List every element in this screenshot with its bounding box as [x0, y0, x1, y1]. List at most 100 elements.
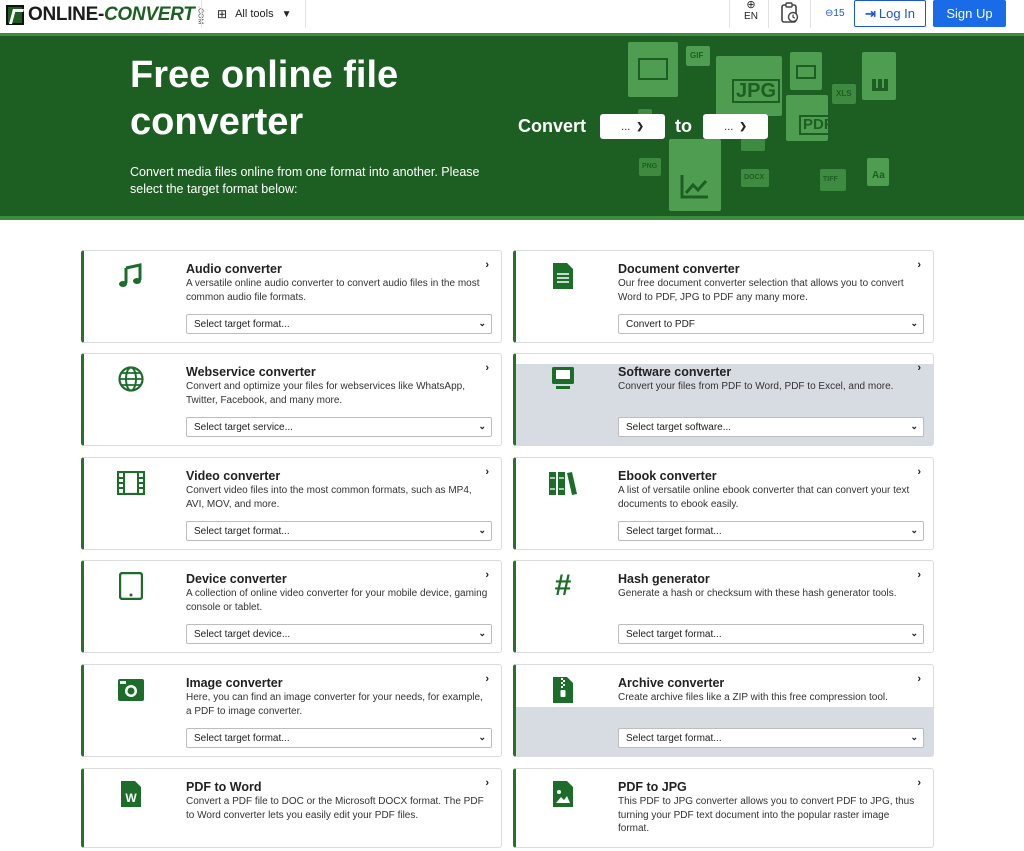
chevron-down-icon: ⌄ [478, 525, 486, 535]
chevron-down-icon: ⌄ [478, 421, 486, 431]
logo-mark-icon [6, 5, 24, 25]
login-button[interactable]: ⇥ Log In [854, 0, 926, 27]
login-arrow-icon: ⇥ [864, 5, 876, 21]
device-select[interactable]: Select target device... ⌄ [186, 624, 492, 644]
language-selector[interactable]: ⊕ EN [742, 0, 760, 22]
card-pdf-to-word[interactable]: W PDF to Word Convert a PDF file to DOC … [81, 768, 502, 848]
png-label: PNG [642, 163, 658, 170]
nav-divider [768, 0, 769, 28]
hero-bottom-accent [0, 216, 1024, 220]
card-audio-converter[interactable]: Audio converter A versatile online audio… [81, 250, 502, 343]
card-title: Video converter [186, 469, 281, 483]
docx-label: DOCX [744, 174, 765, 181]
signup-button[interactable]: Sign Up [933, 0, 1006, 27]
card-title: PDF to JPG [618, 780, 687, 794]
all-tools-label: All tools [235, 8, 274, 20]
target-format-select[interactable]: ... ❯ [703, 114, 768, 139]
hero-title: Free online file converter [130, 54, 399, 143]
card-description: Here, you can find an image converter fo… [186, 692, 483, 717]
chevron-down-icon: ❯ [636, 121, 644, 131]
books-icon [548, 468, 578, 498]
source-format-select[interactable]: ... ❯ [600, 114, 665, 139]
chevron-right-icon: › [917, 569, 921, 581]
card-webservice-converter[interactable]: Webservice converter Convert and optimiz… [81, 353, 502, 446]
nav-divider [305, 0, 306, 28]
credits-counter[interactable]: ⊖15 [825, 8, 845, 19]
card-description: A versatile online audio converter to co… [186, 278, 480, 303]
video-format-select[interactable]: Select target format... ⌄ [186, 521, 492, 541]
document-format-select[interactable]: Convert to PDF ⌄ [618, 314, 924, 334]
select-value: Select target service... [194, 421, 293, 433]
trend-chart-shape [680, 175, 708, 199]
xls-label: XLS [836, 89, 852, 98]
card-description: Our free document converter selection th… [618, 278, 904, 303]
tiff-label: TIFF [823, 176, 838, 183]
film-icon [116, 468, 146, 498]
site-logo[interactable]: ONLINE-CONVERT .COM [6, 3, 203, 27]
all-tools-menu[interactable]: ⊞ All tools ▼ [217, 7, 292, 21]
hash-icon: # [554, 569, 572, 602]
card-device-converter[interactable]: Device converter A collection of online … [81, 560, 502, 653]
select-value: Select target format... [194, 732, 290, 744]
card-archive-converter[interactable]: Archive converter Create archive files l… [513, 664, 934, 757]
card-ebook-converter[interactable]: Ebook converter A list of versatile onli… [513, 457, 934, 550]
card-title: Ebook converter [618, 469, 717, 483]
chevron-down-icon: ⌄ [910, 732, 918, 742]
chevron-right-icon: › [485, 362, 489, 374]
webservice-select[interactable]: Select target service... ⌄ [186, 417, 492, 437]
select-value: Select target format... [194, 318, 290, 330]
card-title: Hash generator [618, 572, 710, 586]
hero-convert-label: Convert [518, 116, 587, 136]
image-format-select[interactable]: Select target format... ⌄ [186, 728, 492, 748]
small-doc-icon [741, 137, 765, 151]
chevron-right-icon: › [917, 362, 921, 374]
svg-text:W: W [125, 791, 137, 805]
chevron-right-icon: › [917, 466, 921, 478]
chevron-down-icon: ❯ [739, 121, 747, 131]
logo-text-convert: CONVERT [104, 4, 195, 25]
history-clipboard-icon[interactable] [780, 2, 800, 29]
select-value: Select target software... [626, 421, 732, 433]
card-title: Document converter [618, 262, 740, 276]
nav-divider [810, 0, 811, 28]
archive-format-select[interactable]: Select target format... ⌄ [618, 728, 924, 748]
bars-shape [872, 79, 888, 91]
hash-format-select[interactable]: Select target format... ⌄ [618, 624, 924, 644]
computer-icon [548, 364, 578, 394]
card-description: This PDF to JPG converter allows you to … [618, 796, 915, 834]
globe-icon: ⊕ [746, 0, 756, 11]
chevron-right-icon: › [485, 777, 489, 789]
logo-com: .COM [196, 5, 204, 25]
card-description: Convert video files into the most common… [186, 485, 472, 510]
globe-icon [116, 364, 146, 394]
card-document-converter[interactable]: Document converter Our free document con… [513, 250, 934, 343]
card-hash-generator[interactable]: # Hash generator Generate a hash or chec… [513, 560, 934, 653]
font-label: Aa [872, 170, 885, 181]
logo-text-main: ONLINE- [28, 4, 105, 25]
card-title: Image converter [186, 676, 283, 690]
nav-divider [201, 0, 202, 28]
chevron-right-icon: › [485, 259, 489, 271]
card-software-converter[interactable]: Software converter Convert your files fr… [513, 353, 934, 446]
software-select[interactable]: Select target software... ⌄ [618, 417, 924, 437]
card-description: Convert a PDF file to DOC or the Microso… [186, 796, 484, 821]
ebook-format-select[interactable]: Select target format... ⌄ [618, 521, 924, 541]
image-frame [796, 65, 816, 79]
card-title: Webservice converter [186, 365, 316, 379]
card-description: A list of versatile online ebook convert… [618, 485, 910, 510]
card-pdf-to-jpg[interactable]: PDF to JPG This PDF to JPG converter all… [513, 768, 934, 848]
audio-format-select[interactable]: Select target format... ⌄ [186, 314, 492, 334]
card-title: Archive converter [618, 676, 725, 690]
chevron-down-icon: ⌄ [478, 628, 486, 638]
hero-to-label: to [675, 116, 692, 136]
chevron-down-icon: ⌄ [478, 318, 486, 328]
card-video-converter[interactable]: Video converter Convert video files into… [81, 457, 502, 550]
tablet-icon [116, 571, 146, 601]
select-value: Select target device... [194, 628, 291, 640]
zip-file-icon [548, 675, 578, 705]
envelope-shape [638, 58, 668, 80]
pdf-label: PDF [799, 115, 837, 135]
chevron-right-icon: › [485, 569, 489, 581]
select-value: Select target format... [626, 732, 722, 744]
card-image-converter[interactable]: Image converter Here, you can find an im… [81, 664, 502, 757]
